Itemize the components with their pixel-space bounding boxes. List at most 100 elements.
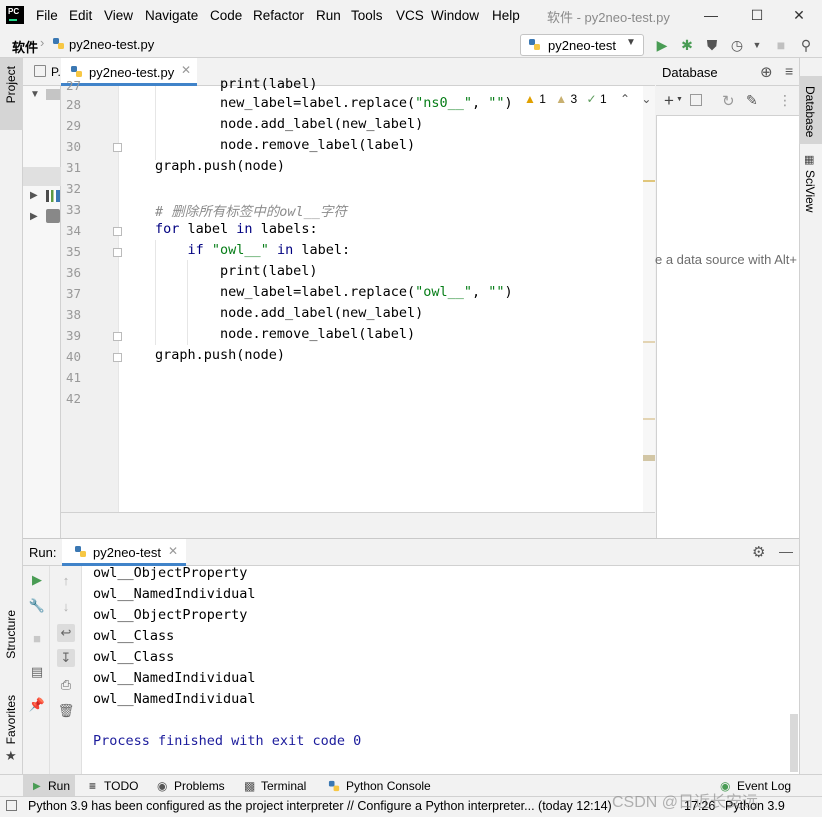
favorites-tab[interactable]: Favorites: [4, 695, 18, 744]
problems-icon: ◉: [157, 779, 168, 793]
code-line: node.add_label(new_label): [155, 305, 424, 321]
profile-icon[interactable]: ◷: [728, 36, 746, 54]
breadcrumb-file[interactable]: py2neo-test.py: [69, 37, 154, 52]
fold-marker-icon[interactable]: [113, 227, 122, 236]
weak-warning-count: 3: [570, 92, 578, 106]
pin-icon[interactable]: 📌: [28, 696, 46, 714]
run-tab-icon: ▶: [33, 781, 41, 792]
left-tool-stripe: [0, 58, 23, 774]
minimize-icon[interactable]: —: [700, 4, 722, 26]
menu-refactor[interactable]: Refactor: [253, 8, 304, 23]
line-number: 30: [65, 139, 81, 154]
add-icon[interactable]: +: [664, 91, 674, 111]
properties-icon[interactable]: ✎: [746, 92, 758, 109]
menu-tools[interactable]: Tools: [351, 8, 383, 23]
fold-marker-icon[interactable]: [113, 353, 122, 362]
print-icon[interactable]: ⎙: [57, 676, 75, 694]
menu-view[interactable]: View: [104, 8, 133, 23]
menu-help[interactable]: Help: [492, 8, 520, 23]
stop-icon[interactable]: ■: [28, 630, 46, 648]
menu-code[interactable]: Code: [210, 8, 242, 23]
line-number: 29: [65, 118, 81, 133]
trash-icon[interactable]: 🗑: [57, 702, 75, 720]
python-icon: [529, 39, 540, 50]
menu-run[interactable]: Run: [316, 8, 341, 23]
refresh-icon[interactable]: ↻: [722, 92, 735, 110]
coverage-icon[interactable]: ⛊: [703, 36, 721, 54]
pycharm-logo-icon: PC: [6, 6, 24, 24]
close-tab-icon[interactable]: ✕: [181, 63, 191, 77]
code-comment-line: # 删除所有标签中的owl__字符: [155, 204, 347, 220]
line-number: 28: [65, 97, 81, 112]
database-tab-label: Database: [803, 86, 817, 138]
line-number: 34: [65, 223, 81, 238]
more-run-chevron-icon[interactable]: ▼: [748, 36, 766, 54]
console-line: owl__NamedIndividual: [93, 586, 256, 602]
code-line: if "owl__" in label:: [187, 242, 351, 258]
line-number: 35: [65, 244, 81, 259]
run-icon[interactable]: ▶: [653, 36, 671, 54]
line-number: 41: [65, 370, 81, 385]
menu-edit[interactable]: Edit: [69, 8, 92, 23]
line-number: 37: [65, 286, 81, 301]
code-line: graph.push(node): [155, 158, 286, 174]
menu-file[interactable]: File: [36, 8, 58, 23]
crosshair-icon[interactable]: ⊕: [760, 63, 773, 81]
breadcrumb-separator-icon: ›: [40, 35, 45, 50]
arrow-up-icon[interactable]: ↑: [57, 572, 75, 590]
project-panel-title: P.: [51, 65, 61, 79]
scroll-to-end-icon[interactable]: ↧: [57, 649, 75, 667]
code-line: new_label=label.replace("ns0__", ""): [155, 95, 513, 111]
close-window-icon[interactable]: ✕: [788, 4, 810, 26]
sciview-tab[interactable]: SciView: [803, 170, 817, 212]
exit-message: Process finished with exit code 0: [93, 733, 362, 749]
problems-tab[interactable]: Problems: [174, 779, 225, 793]
structure-tab[interactable]: Structure: [4, 610, 18, 659]
soft-wrap-icon[interactable]: ↩: [57, 624, 75, 642]
tree-expand-icon[interactable]: ▼: [30, 89, 40, 100]
rerun-icon[interactable]: ▶: [28, 571, 46, 589]
fold-marker-icon[interactable]: [113, 143, 122, 152]
line-number: 27: [65, 78, 81, 93]
breadcrumb-project[interactable]: 软件: [12, 37, 38, 56]
editor-bottom-bar: [61, 512, 655, 538]
settings-icon[interactable]: ≡: [785, 63, 793, 79]
layout-icon[interactable]: ▤: [28, 663, 46, 681]
add-chevron-icon[interactable]: ▼: [676, 96, 683, 103]
more-icon[interactable]: ⋮: [778, 92, 792, 109]
line-number: 38: [65, 307, 81, 322]
arrow-down-icon[interactable]: ↓: [57, 598, 75, 616]
todo-tab[interactable]: TODO: [104, 779, 138, 793]
line-number: 32: [65, 181, 81, 196]
tool-windows-icon[interactable]: [6, 800, 17, 811]
copy-icon[interactable]: [690, 94, 702, 106]
fold-marker-icon[interactable]: [113, 332, 122, 341]
code-line: node.add_label(new_label): [155, 116, 424, 132]
chevron-down-icon[interactable]: ⌄: [641, 92, 651, 106]
close-tab-icon[interactable]: ✕: [168, 544, 178, 558]
database-empty-hint: e a data source with Alt+: [655, 252, 798, 267]
star-icon: ★: [5, 748, 17, 763]
console-scroll-thumb[interactable]: [790, 714, 798, 772]
python-console-tab[interactable]: Python Console: [346, 779, 431, 793]
line-number: 31: [65, 160, 81, 175]
hide-panel-icon[interactable]: —: [779, 543, 793, 559]
menu-window[interactable]: Window: [431, 8, 479, 23]
search-everywhere-icon[interactable]: ⚲: [797, 36, 815, 54]
stop-icon[interactable]: ■: [772, 36, 790, 54]
inspection-widget[interactable]: ▲ 1 ▲ 3 ✓ 1 ⌃ ⌄: [524, 92, 651, 106]
menu-navigate[interactable]: Navigate: [145, 8, 198, 23]
maximize-icon[interactable]: ☐: [746, 4, 768, 26]
project-view-icon: [34, 65, 46, 77]
tree-collapsed-icon-2[interactable]: ▶: [30, 211, 38, 222]
editor-scrollbar[interactable]: [643, 86, 655, 512]
tree-collapsed-icon[interactable]: ▶: [30, 190, 38, 201]
debug-icon[interactable]: ✱: [678, 36, 696, 54]
chevron-up-icon[interactable]: ⌃: [620, 92, 630, 106]
menu-vcs[interactable]: VCS: [396, 8, 424, 23]
terminal-tab[interactable]: Terminal: [261, 779, 306, 793]
wrench-icon[interactable]: 🔧: [28, 597, 46, 615]
status-message[interactable]: Python 3.9 has been configured as the pr…: [28, 799, 612, 813]
fold-marker-icon[interactable]: [113, 248, 122, 257]
gear-icon[interactable]: ⚙: [752, 543, 765, 561]
